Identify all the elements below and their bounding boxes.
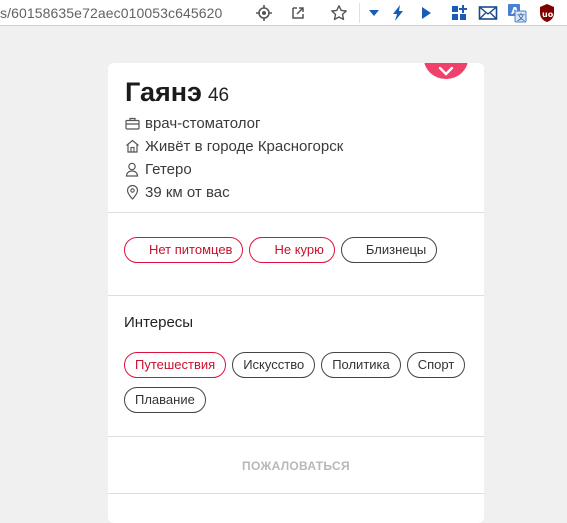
play-icon[interactable]	[416, 3, 436, 23]
divider	[108, 493, 484, 494]
interests-list: Путешествия Искусство Политика Спорт Пла…	[124, 352, 474, 413]
trait-chip-zodiac: Близнецы	[340, 237, 438, 263]
interest-chip: Плавание	[124, 387, 206, 413]
profile-header: Гаянэ 46	[125, 77, 229, 108]
profile-card: Гаянэ 46 врач-стоматолог Живёт в городе К…	[108, 63, 484, 523]
bolt-icon[interactable]	[388, 3, 408, 23]
person-icon	[124, 161, 140, 177]
city-row: Живёт в городе Красногорск	[124, 136, 343, 156]
trait-chip-smoking: Не курю	[249, 237, 335, 263]
page-background: Гаянэ 46 врач-стоматолог Живёт в городе К…	[0, 27, 567, 523]
report-button[interactable]: ПОЖАЛОВАТЬСЯ	[108, 459, 484, 473]
divider	[108, 212, 484, 213]
ublock-icon[interactable]: uo	[537, 3, 557, 23]
divider	[108, 436, 484, 437]
profile-age: 46	[207, 85, 230, 106]
profile-name: Гаянэ	[125, 77, 202, 107]
profession-text: врач-стоматолог	[145, 114, 261, 132]
extensions-grid-icon[interactable]	[449, 3, 469, 23]
location-pin-icon	[124, 184, 140, 200]
open-in-new-icon[interactable]	[288, 3, 308, 23]
city-text: Живёт в городе Красногорск	[145, 137, 344, 155]
traits-list: Нет питомцев Не курю Близнецы	[124, 237, 474, 263]
briefcase-icon	[124, 115, 140, 131]
interest-chip: Спорт	[406, 352, 466, 378]
distance-row: 39 км от вас	[124, 182, 230, 202]
dropdown-arrow-icon[interactable]	[364, 3, 384, 23]
location-target-icon[interactable]	[254, 3, 274, 23]
svg-text:uo: uo	[542, 10, 554, 19]
star-icon[interactable]	[329, 3, 349, 23]
toolbar-separator	[359, 3, 360, 23]
orientation-row: Гетеро	[124, 159, 192, 179]
browser-toolbar: s/60158635e72aec010053c645620 A文 uo	[0, 0, 567, 26]
like-button[interactable]	[424, 63, 468, 79]
house-icon	[124, 138, 140, 154]
divider	[108, 295, 484, 296]
heart-icon	[438, 66, 454, 76]
interests-title: Интересы	[124, 314, 194, 331]
distance-text: 39 км от вас	[145, 183, 230, 201]
trait-chip-pets: Нет питомцев	[124, 237, 244, 263]
translate-icon[interactable]: A文	[507, 3, 527, 23]
interest-chip: Искусство	[232, 352, 316, 378]
interest-chip: Путешествия	[124, 352, 227, 378]
address-bar-url[interactable]: s/60158635e72aec010053c645620	[0, 5, 246, 21]
interest-chip: Политика	[321, 352, 401, 378]
mail-icon[interactable]	[478, 3, 498, 23]
svg-text:文: 文	[517, 12, 525, 22]
orientation-text: Гетеро	[145, 160, 192, 178]
profession-row: врач-стоматолог	[124, 113, 260, 133]
